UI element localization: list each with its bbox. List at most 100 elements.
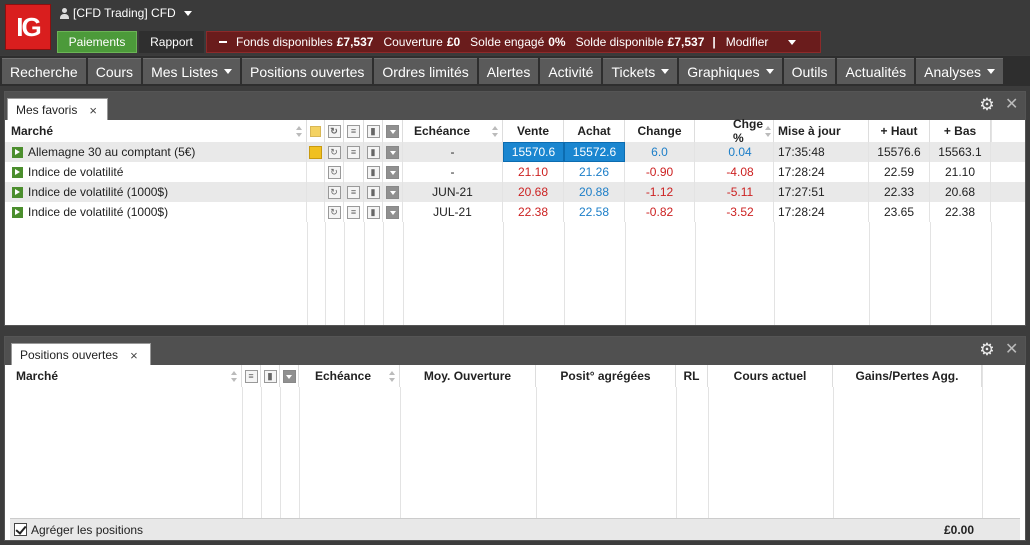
- refresh-icon[interactable]: ↻: [327, 145, 341, 159]
- account-selector[interactable]: [CFD Trading] CFD: [60, 6, 192, 20]
- sell-price-cell[interactable]: 15570.6: [503, 142, 564, 162]
- low-cell: 22.38: [930, 202, 991, 222]
- chart-icon[interactable]: ▮: [366, 205, 380, 219]
- column-header-expiry[interactable]: Echéance: [299, 365, 400, 387]
- chevron-down-icon: [183, 10, 192, 16]
- sort-icon[interactable]: [764, 125, 772, 137]
- nav-item-activite[interactable]: Activité: [540, 58, 602, 84]
- close-icon[interactable]: ×: [89, 103, 97, 118]
- deal-ticket-icon[interactable]: [12, 206, 23, 218]
- column-header-sell[interactable]: Vente: [503, 120, 564, 142]
- chart-icon[interactable]: ▮: [366, 165, 380, 179]
- nav-item-alertes[interactable]: Alertes: [478, 58, 539, 84]
- nav-item-ordres-limites[interactable]: Ordres limités: [374, 58, 477, 84]
- column-header-rl[interactable]: RL: [676, 365, 708, 387]
- nav-item-positions-ouvertes[interactable]: Positions ouvertes: [241, 58, 373, 84]
- deal-ticket-icon[interactable]: [12, 146, 23, 158]
- column-header-avg-open[interactable]: Moy. Ouverture: [400, 365, 536, 387]
- column-header-pl[interactable]: Gains/Pertes Agg.: [833, 365, 982, 387]
- tab-positions-ouvertes[interactable]: Positions ouvertes ×: [11, 343, 151, 366]
- favorites-grid: Marché ↻ ≡ ▮ Echéance Vente Achat Change…: [5, 117, 1025, 325]
- close-icon[interactable]: ✕: [1005, 97, 1018, 113]
- column-header-change[interactable]: Change: [625, 120, 695, 142]
- chart-icon[interactable]: ▮: [366, 185, 380, 199]
- change-cell: 6.0: [625, 142, 695, 162]
- header-label: Moy. Ouverture: [423, 369, 512, 383]
- column-header-change-pct[interactable]: Chge %: [695, 117, 774, 145]
- nav-item-analyses[interactable]: Analyses: [916, 58, 1003, 84]
- close-icon[interactable]: ✕: [1005, 342, 1018, 358]
- column-header-market[interactable]: Marché: [5, 120, 307, 142]
- list-icon[interactable]: ≡: [347, 145, 360, 159]
- column-header-high[interactable]: + Haut: [869, 120, 930, 142]
- gear-icon[interactable]: ⚙: [979, 96, 995, 113]
- refresh-icon: ↻: [327, 124, 341, 138]
- sell-price-cell[interactable]: 21.10: [503, 162, 564, 182]
- nav-item-mes-listes[interactable]: Mes Listes: [143, 58, 240, 84]
- column-header-market[interactable]: Marché: [10, 365, 242, 387]
- sell-price-cell[interactable]: 20.68: [503, 182, 564, 202]
- nav-item-actualites[interactable]: Actualités: [837, 58, 915, 84]
- gear-icon[interactable]: ⚙: [979, 341, 995, 358]
- dropdown-icon-cell: [383, 182, 403, 202]
- market-name: Indice de volatilité (1000$): [28, 205, 169, 219]
- header-label: RL: [683, 369, 700, 383]
- dropdown-icon[interactable]: [386, 185, 399, 199]
- dropdown-icon-cell: [383, 162, 403, 182]
- sort-icon[interactable]: [492, 125, 498, 137]
- list-icon[interactable]: ≡: [347, 185, 360, 199]
- list-icon: ≡: [244, 369, 258, 383]
- refresh-icon[interactable]: ↻: [327, 185, 341, 199]
- chevron-down-icon[interactable]: [788, 39, 797, 45]
- dropdown-icon[interactable]: [386, 145, 399, 159]
- market-cell[interactable]: Indice de volatilité (1000$): [5, 202, 307, 222]
- payments-button[interactable]: Paiements: [57, 31, 137, 53]
- market-cell[interactable]: Indice de volatilité (1000$): [5, 182, 307, 202]
- sort-icon[interactable]: [389, 370, 395, 382]
- column-header-expiry[interactable]: Echéance: [403, 120, 503, 142]
- column-header-updated[interactable]: Mise à jour: [774, 120, 869, 142]
- nav-item-outils[interactable]: Outils: [783, 58, 836, 84]
- column-header-buy[interactable]: Achat: [564, 120, 625, 142]
- expiry-cell: -: [403, 142, 503, 162]
- sort-icon[interactable]: [296, 125, 302, 137]
- modify-link[interactable]: Modifier: [726, 35, 769, 49]
- nav-item-graphiques[interactable]: Graphiques: [679, 58, 782, 84]
- refresh-icon[interactable]: ↻: [327, 205, 341, 219]
- buy-price-cell[interactable]: 20.88: [564, 182, 625, 202]
- nav-label: Positions ouvertes: [249, 63, 365, 80]
- column-header-aggregated[interactable]: Posit° agrégées: [536, 365, 676, 387]
- nav-item-cours[interactable]: Cours: [87, 58, 142, 84]
- buy-price-cell[interactable]: 21.26: [564, 162, 625, 182]
- list-icon[interactable]: ≡: [347, 205, 360, 219]
- deal-ticket-icon[interactable]: [12, 186, 23, 198]
- collapse-icon[interactable]: [219, 41, 227, 43]
- aggregate-checkbox[interactable]: [14, 523, 27, 536]
- dropdown-icon[interactable]: [386, 205, 399, 219]
- nav-item-recherche[interactable]: Recherche: [2, 58, 86, 84]
- refresh-icon[interactable]: ↻: [327, 165, 341, 179]
- chart-icon: ▮: [366, 124, 380, 138]
- report-button[interactable]: Rapport: [139, 31, 204, 53]
- chart-icon[interactable]: ▮: [366, 145, 380, 159]
- ig-logo: IG: [5, 4, 51, 50]
- aggregate-label: Agréger les positions: [31, 522, 144, 537]
- lightbulb-icon[interactable]: [309, 145, 322, 159]
- column-header-low[interactable]: + Bas: [930, 120, 991, 142]
- sort-icon[interactable]: [231, 370, 237, 382]
- tab-mes-favoris[interactable]: Mes favoris ×: [7, 98, 108, 121]
- change-pct-cell: -5.11: [695, 182, 774, 202]
- sell-price-cell[interactable]: 22.38: [503, 202, 564, 222]
- market-cell[interactable]: Indice de volatilité: [5, 162, 307, 182]
- list-icon: ≡: [347, 124, 360, 138]
- market-cell[interactable]: Allemagne 30 au comptant (5€): [5, 142, 307, 162]
- lightbulb-icon-cell: [307, 182, 325, 202]
- column-header-refresh: ↻: [325, 120, 344, 142]
- nav-item-tickets[interactable]: Tickets: [603, 58, 678, 84]
- deal-ticket-icon[interactable]: [12, 166, 23, 178]
- buy-price-cell[interactable]: 15572.6: [564, 142, 625, 162]
- close-icon[interactable]: ×: [130, 348, 138, 363]
- dropdown-icon[interactable]: [386, 165, 399, 179]
- buy-price-cell[interactable]: 22.58: [564, 202, 625, 222]
- column-header-current[interactable]: Cours actuel: [708, 365, 833, 387]
